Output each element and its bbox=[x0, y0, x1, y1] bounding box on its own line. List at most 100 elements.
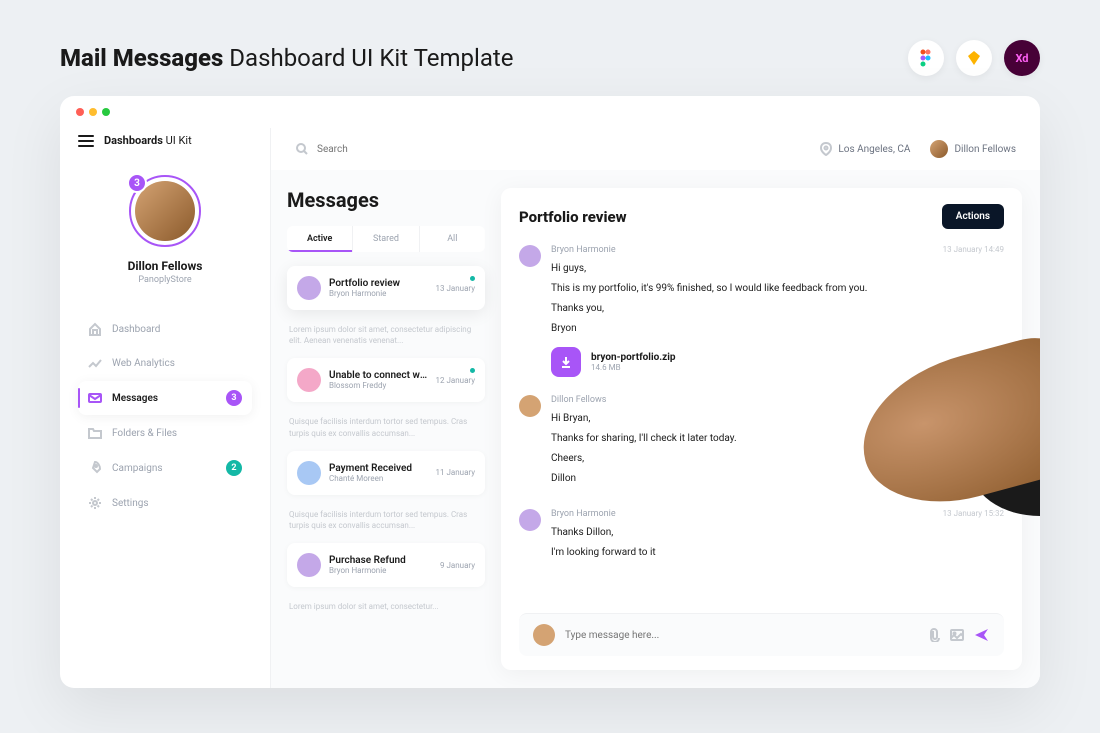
message-tabs: ActiveStaredAll bbox=[287, 226, 485, 252]
nav-label: Web Analytics bbox=[112, 358, 175, 369]
folder-icon bbox=[88, 426, 102, 440]
user-avatar-icon bbox=[930, 140, 948, 158]
message-date: 13 January bbox=[436, 284, 476, 293]
thread-title: Portfolio review bbox=[519, 208, 627, 226]
image-icon[interactable] bbox=[950, 628, 964, 642]
profile-name: Dillon Fellows bbox=[78, 259, 252, 273]
message-sender: Blossom Freddy bbox=[329, 381, 428, 390]
message-card[interactable]: Purchase RefundBryon Harmonie 9 January bbox=[287, 543, 485, 587]
message-card[interactable]: Payment ReceivedChanté Moreen 11 January bbox=[287, 451, 485, 495]
message-date: 12 January bbox=[436, 376, 476, 385]
reply: Bryon Harmonie13 January 14:49Hi guys,Th… bbox=[519, 245, 1004, 377]
minimize-dot[interactable] bbox=[89, 108, 97, 116]
figma-icon bbox=[908, 40, 944, 76]
message-sender: Bryon Harmonie bbox=[329, 289, 428, 298]
message-card[interactable]: Unable to connect with...Blossom Freddy1… bbox=[287, 358, 485, 402]
send-icon[interactable] bbox=[974, 628, 990, 642]
brand: Dashboards UI Kit bbox=[104, 134, 192, 147]
sidebar-item-web-analytics[interactable]: Web Analytics bbox=[78, 347, 252, 379]
location[interactable]: Los Angeles, CA bbox=[820, 142, 910, 156]
home-icon bbox=[88, 322, 102, 336]
reply-author: Bryon Harmonie bbox=[551, 245, 616, 255]
reply-avatar bbox=[519, 245, 541, 267]
reply-avatar bbox=[519, 395, 541, 417]
message-title: Portfolio review bbox=[329, 278, 428, 289]
app-window: Dashboards UI Kit 3 Dillon Fellows Panop… bbox=[60, 96, 1040, 688]
message-preview: Quisque facilisis interdum tortor sed te… bbox=[287, 408, 485, 450]
reply: Dillon Fellows Hi Bryan,Thanks for sharin… bbox=[519, 395, 1004, 491]
actions-button[interactable]: Actions bbox=[942, 204, 1004, 229]
sidebar-item-folders-files[interactable]: Folders & Files bbox=[78, 417, 252, 449]
nav-badge: 3 bbox=[226, 390, 242, 406]
message-list: Messages ActiveStaredAll Portfolio revie… bbox=[271, 170, 501, 688]
message-avatar bbox=[297, 461, 321, 485]
message-avatar bbox=[297, 368, 321, 392]
thread-panel: Portfolio review Actions Bryon Harmonie 1… bbox=[501, 188, 1022, 670]
tab-stared[interactable]: Stared bbox=[353, 226, 419, 252]
message-preview: Lorem ipsum dolor sit amet, consectetur.… bbox=[287, 593, 485, 624]
unread-dot bbox=[470, 276, 475, 281]
xd-icon: Xd bbox=[1004, 40, 1040, 76]
nav: Dashboard Web Analytics Messages 3 Folders &… bbox=[78, 313, 252, 519]
search-input[interactable] bbox=[317, 144, 437, 155]
message-preview: Lorem ipsum dolor sit amet, consectetur … bbox=[287, 316, 485, 358]
gear-icon bbox=[88, 496, 102, 510]
message-title: Payment Received bbox=[329, 463, 428, 474]
sidebar-item-messages[interactable]: Messages 3 bbox=[78, 381, 252, 415]
chart-icon bbox=[88, 356, 102, 370]
messages-heading: Messages bbox=[287, 188, 485, 212]
nav-label: Dashboard bbox=[112, 324, 160, 335]
format-icons: Xd bbox=[908, 40, 1040, 76]
tab-active[interactable]: Active bbox=[287, 226, 353, 252]
message-sender: Chanté Moreen bbox=[329, 474, 428, 483]
nav-badge: 2 bbox=[226, 460, 242, 476]
composer-input[interactable] bbox=[565, 630, 916, 641]
location-icon bbox=[820, 142, 832, 156]
reply-author: Dillon Fellows bbox=[551, 395, 606, 405]
message-avatar bbox=[297, 553, 321, 577]
reply-text: Hi Bryan,Thanks for sharing, I'll check … bbox=[551, 411, 1004, 487]
tab-all[interactable]: All bbox=[420, 226, 485, 252]
reply-text: Thanks Dillon,I'm looking forward to it bbox=[551, 525, 1004, 561]
reply-avatar bbox=[519, 509, 541, 531]
reply-time: 13 January 14:49 bbox=[943, 245, 1004, 255]
message-date: 9 January bbox=[440, 561, 475, 570]
message-card[interactable]: Portfolio reviewBryon Harmonie 13 January bbox=[287, 266, 485, 310]
attachment[interactable]: bryon-portfolio.zip14.6 MB bbox=[551, 347, 1004, 377]
message-title: Purchase Refund bbox=[329, 555, 432, 566]
profile: 3 Dillon Fellows PanoplyStore bbox=[78, 165, 252, 305]
profile-subtitle: PanoplyStore bbox=[78, 275, 252, 285]
nav-label: Messages bbox=[112, 393, 158, 404]
close-dot[interactable] bbox=[76, 108, 84, 116]
reply-time: 13 January 15:32 bbox=[943, 509, 1004, 519]
nav-label: Folders & Files bbox=[112, 428, 177, 439]
window-controls bbox=[60, 96, 1040, 128]
page-title: Mail Messages Dashboard UI Kit Template bbox=[60, 44, 513, 72]
topbar: Los Angeles, CA Dillon Fellows bbox=[271, 128, 1040, 170]
user-pill[interactable]: Dillon Fellows bbox=[930, 140, 1016, 158]
message-date: 11 January bbox=[436, 468, 476, 477]
rocket-icon bbox=[88, 461, 102, 475]
search-icon bbox=[295, 142, 309, 156]
nav-label: Settings bbox=[112, 498, 149, 509]
sidebar-item-dashboard[interactable]: Dashboard bbox=[78, 313, 252, 345]
sidebar-item-settings[interactable]: Settings bbox=[78, 487, 252, 519]
download-icon bbox=[551, 347, 581, 377]
avatar-badge: 3 bbox=[127, 173, 147, 193]
main: Los Angeles, CA Dillon Fellows Messages … bbox=[270, 128, 1040, 688]
composer bbox=[519, 613, 1004, 656]
maximize-dot[interactable] bbox=[102, 108, 110, 116]
message-preview: Quisque facilisis interdum tortor sed te… bbox=[287, 501, 485, 543]
menu-icon[interactable] bbox=[78, 135, 94, 147]
message-avatar bbox=[297, 276, 321, 300]
sidebar-item-campaigns[interactable]: Campaigns2 bbox=[78, 451, 252, 485]
sketch-icon bbox=[956, 40, 992, 76]
reply-author: Bryon Harmonie bbox=[551, 509, 616, 519]
attachment-name: bryon-portfolio.zip bbox=[591, 352, 676, 363]
composer-avatar bbox=[533, 624, 555, 646]
reply: Bryon Harmonie 13 January 15:32 Thanks Dil… bbox=[519, 509, 1004, 565]
message-sender: Bryon Harmonie bbox=[329, 566, 432, 575]
attachment-icon[interactable] bbox=[926, 628, 940, 642]
attachment-size: 14.6 MB bbox=[591, 363, 676, 372]
mail-icon bbox=[88, 391, 102, 405]
